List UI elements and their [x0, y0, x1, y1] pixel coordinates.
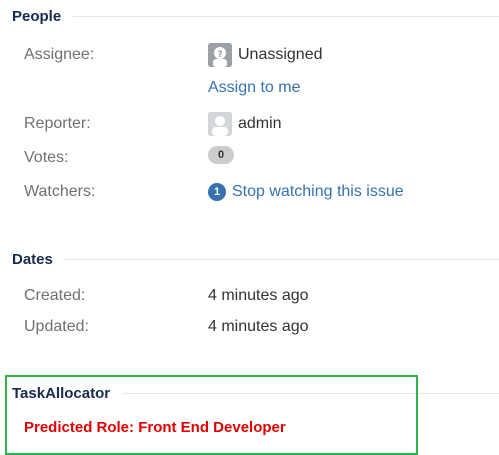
votes-label: Votes: [24, 149, 69, 166]
section-divider [64, 258, 499, 260]
reporter-label: Reporter: [24, 115, 91, 132]
section-divider [73, 15, 499, 17]
assign-to-me-link[interactable]: Assign to me [208, 76, 300, 100]
reporter-value[interactable]: admin [208, 112, 282, 136]
assignee-name: Unassigned [238, 46, 323, 63]
assignee-label: Assignee: [24, 46, 95, 63]
created-row: Created: 4 minutes ago [0, 284, 499, 308]
updated-value: 4 minutes ago [208, 318, 309, 335]
created-value: 4 minutes ago [208, 287, 309, 304]
assignee-row: Assignee: ? Unassigned [0, 43, 499, 67]
votes-row: Votes: 0 [0, 146, 499, 170]
watchers-row: Watchers: 1 Stop watching this issue [0, 180, 499, 204]
reporter-name: admin [238, 115, 282, 132]
unknown-user-avatar-icon: ? [208, 43, 232, 67]
people-section-header[interactable]: People [12, 6, 499, 26]
updated-label: Updated: [24, 318, 89, 335]
updated-row: Updated: 4 minutes ago [0, 315, 499, 339]
votes-value[interactable]: 0 [208, 146, 234, 164]
user-avatar-icon [208, 112, 232, 136]
svg-text:?: ? [217, 50, 222, 60]
stop-watching-link[interactable]: Stop watching this issue [232, 180, 404, 204]
votes-count-badge[interactable]: 0 [208, 146, 234, 164]
assignee-value[interactable]: ? Unassigned [208, 43, 323, 67]
watchers-label: Watchers: [24, 183, 96, 200]
reporter-row: Reporter: admin [0, 112, 499, 136]
created-label: Created: [24, 287, 86, 304]
watchers-count-badge[interactable]: 1 [208, 183, 226, 201]
predicted-role-text: Predicted Role: Front End Developer [24, 419, 286, 436]
dates-section-title: Dates [12, 250, 53, 268]
assign-to-me-row: Assign to me [0, 76, 499, 100]
watchers-value: 1 Stop watching this issue [208, 180, 404, 204]
dates-section-header[interactable]: Dates [12, 249, 499, 269]
task-allocator-highlight-box [5, 375, 418, 455]
people-section-title: People [12, 7, 62, 25]
